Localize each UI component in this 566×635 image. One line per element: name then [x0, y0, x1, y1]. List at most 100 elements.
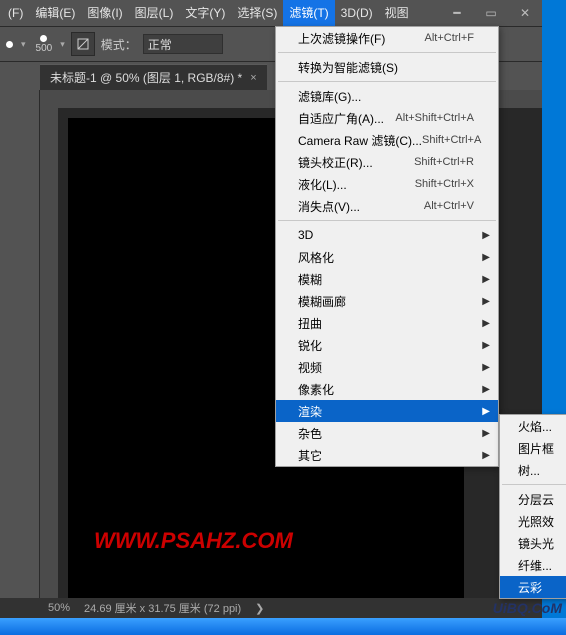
menu-item-shortcut: Alt+Ctrl+V: [424, 200, 474, 212]
menu-item-label: 其它: [298, 447, 474, 464]
menubar: (F) 编辑(E) 图像(I) 图层(L) 文字(Y) 选择(S) 滤镜(T) …: [0, 0, 542, 26]
tab-close-icon[interactable]: ×: [250, 72, 256, 84]
menu-item-smart-filter[interactable]: 转换为智能滤镜(S): [276, 56, 498, 78]
menu-item-3d[interactable]: 3D▶: [276, 224, 498, 246]
brush-preview-icon[interactable]: [6, 41, 13, 48]
submenu-arrow-icon: ▶: [482, 340, 490, 351]
chevron-down-icon[interactable]: ▾: [21, 39, 26, 50]
ruler-vertical: [40, 108, 58, 598]
menu-item-label: 镜头校正(R)...: [298, 154, 414, 171]
menu-separator: [278, 220, 496, 221]
menu-item-adaptive-wide-angle[interactable]: 自适应广角(A)...Alt+Shift+Ctrl+A: [276, 107, 498, 129]
window-close-icon[interactable]: ✕: [508, 0, 542, 26]
render-submenu: 火焰... 图片框 树... 分层云 光照效 镜头光 纤维... 云彩: [499, 414, 566, 599]
submenu-item-fibers[interactable]: 纤维...: [500, 554, 566, 576]
brush-panel-button[interactable]: [71, 32, 95, 56]
menu-item-filter-gallery[interactable]: 滤镜库(G)...: [276, 85, 498, 107]
menu-item-label: Camera Raw 滤镜(C)...: [298, 132, 422, 149]
submenu-item-picture-frame[interactable]: 图片框: [500, 437, 566, 459]
menu-item-video[interactable]: 视频▶: [276, 356, 498, 378]
submenu-arrow-icon: ▶: [482, 252, 490, 263]
submenu-arrow-icon: ▶: [482, 274, 490, 285]
window-minimize-icon[interactable]: ━: [440, 0, 474, 26]
menu-item-blur[interactable]: 模糊 ▶: [276, 268, 498, 290]
chevron-down-icon[interactable]: ▾: [60, 39, 65, 50]
menu-item-label: 镜头光: [518, 535, 554, 552]
menu-3d[interactable]: 3D(D): [335, 0, 379, 26]
menu-image[interactable]: 图像(I): [81, 0, 128, 26]
menu-file[interactable]: (F): [2, 0, 29, 26]
status-arrow-icon[interactable]: ❯: [255, 602, 264, 615]
menu-item-render[interactable]: 渲染▶: [276, 400, 498, 422]
menu-item-last-filter[interactable]: 上次滤镜操作(F) Alt+Ctrl+F: [276, 27, 498, 49]
menu-item-lens-correction[interactable]: 镜头校正(R)...Shift+Ctrl+R: [276, 151, 498, 173]
menu-item-label: 上次滤镜操作(F): [298, 30, 424, 47]
menu-item-label: 杂色: [298, 425, 474, 442]
menu-item-label: 3D: [298, 228, 474, 242]
menu-item-label: 光照效: [518, 513, 554, 530]
menu-item-shortcut: Shift+Ctrl+R: [414, 156, 474, 168]
menu-layer[interactable]: 图层(L): [129, 0, 180, 26]
zoom-level[interactable]: 50%: [48, 602, 70, 614]
menu-item-sharpen[interactable]: 锐化 ▶: [276, 334, 498, 356]
submenu-item-lens-flare[interactable]: 镜头光: [500, 532, 566, 554]
menu-item-label: 自适应广角(A)...: [298, 110, 395, 127]
menu-item-label: 模糊画廊: [298, 293, 474, 310]
menu-item-shortcut: Shift+Ctrl+A: [422, 134, 481, 146]
menu-item-label: 液化(L)...: [298, 176, 415, 193]
submenu-item-difference-clouds[interactable]: 分层云: [500, 488, 566, 510]
submenu-arrow-icon: ▶: [482, 428, 490, 439]
menu-item-stylize[interactable]: 风格化 ▶: [276, 246, 498, 268]
brush-size-value: 500: [36, 43, 53, 54]
menu-item-liquify[interactable]: 液化(L)...Shift+Ctrl+X: [276, 173, 498, 195]
submenu-item-clouds[interactable]: 云彩: [500, 576, 566, 598]
menu-view[interactable]: 视图: [379, 0, 415, 26]
menu-item-label: 扭曲: [298, 315, 474, 332]
menu-item-label: 视频: [298, 359, 474, 376]
menu-item-shortcut: Shift+Ctrl+X: [415, 178, 474, 190]
submenu-item-lighting-effects[interactable]: 光照效: [500, 510, 566, 532]
submenu-arrow-icon: ▶: [482, 450, 490, 461]
mode-label: 模式：: [101, 36, 137, 53]
menu-item-label: 纤维...: [518, 557, 552, 574]
menu-item-camera-raw[interactable]: Camera Raw 滤镜(C)...Shift+Ctrl+A: [276, 129, 498, 151]
menu-filter[interactable]: 滤镜(T): [283, 0, 334, 26]
menu-item-other[interactable]: 其它 ▶: [276, 444, 498, 466]
submenu-arrow-icon: ▶: [482, 296, 490, 307]
menu-item-shortcut: Alt+Ctrl+F: [424, 32, 474, 44]
menu-item-label: 风格化: [298, 249, 474, 266]
menu-item-shortcut: Alt+Shift+Ctrl+A: [395, 112, 474, 124]
tools-panel[interactable]: [0, 90, 40, 598]
menu-edit[interactable]: 编辑(E): [29, 0, 81, 26]
filter-menu: 上次滤镜操作(F) Alt+Ctrl+F 转换为智能滤镜(S) 滤镜库(G)..…: [275, 26, 499, 467]
menu-item-label: 图片框: [518, 440, 554, 457]
document-tab[interactable]: 未标题-1 @ 50% (图层 1, RGB/8#) * ×: [40, 64, 267, 90]
windows-taskbar[interactable]: [0, 618, 566, 635]
status-bar: 50% 24.69 厘米 x 31.75 厘米 (72 ppi) ❯: [0, 598, 542, 618]
menu-item-pixelate[interactable]: 像素化 ▶: [276, 378, 498, 400]
brush-dot-icon: [40, 35, 47, 42]
document-dimensions: 24.69 厘米 x 31.75 厘米 (72 ppi): [84, 600, 241, 616]
menu-item-blur-gallery[interactable]: 模糊画廊 ▶: [276, 290, 498, 312]
menu-item-label: 像素化: [298, 381, 474, 398]
submenu-arrow-icon: ▶: [482, 318, 490, 329]
menu-item-vanishing-point[interactable]: 消失点(V)...Alt+Ctrl+V: [276, 195, 498, 217]
menu-item-label: 云彩: [518, 579, 542, 596]
submenu-item-flame[interactable]: 火焰...: [500, 415, 566, 437]
window-maximize-icon[interactable]: ▭: [474, 0, 508, 26]
blend-mode-select[interactable]: 正常: [143, 34, 223, 54]
submenu-item-tree[interactable]: 树...: [500, 459, 566, 481]
menu-select[interactable]: 选择(S): [231, 0, 283, 26]
blend-mode-value: 正常: [148, 36, 172, 53]
menu-type[interactable]: 文字(Y): [179, 0, 231, 26]
brush-size[interactable]: 500: [36, 35, 53, 54]
menu-item-noise[interactable]: 杂色 ▶: [276, 422, 498, 444]
menu-separator: [278, 52, 496, 53]
submenu-arrow-icon: ▶: [482, 384, 490, 395]
site-watermark: UiBQ.CoM: [493, 600, 562, 616]
menu-item-label: 树...: [518, 462, 540, 479]
menu-item-label: 锐化: [298, 337, 474, 354]
menu-item-label: 火焰...: [518, 418, 552, 435]
menu-item-label: 模糊: [298, 271, 474, 288]
menu-item-distort[interactable]: 扭曲 ▶: [276, 312, 498, 334]
